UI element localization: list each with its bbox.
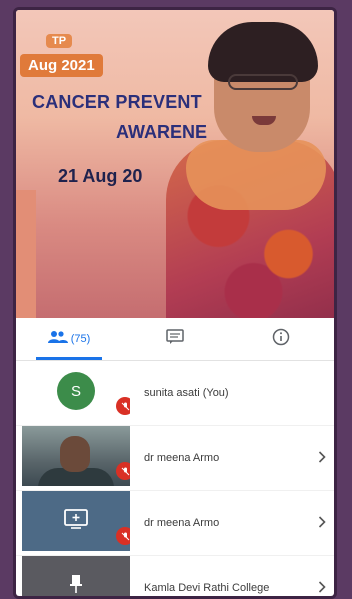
participant-list: S sunita asati (You) dr meena Armo dr me… <box>16 361 334 596</box>
tab-chat[interactable] <box>122 318 228 360</box>
tab-info[interactable] <box>228 318 334 360</box>
participant-row[interactable]: dr meena Armo <box>16 491 334 556</box>
left-decor <box>16 190 36 318</box>
mic-off-icon <box>116 397 130 415</box>
people-icon <box>47 330 68 349</box>
participant-row[interactable]: S sunita asati (You) <box>16 361 334 426</box>
banner-date-chip-small: TP <box>46 34 73 48</box>
participant-name: dr meena Armo <box>144 517 220 529</box>
panel-tabbar: (75) <box>16 318 334 361</box>
phone-screen: TP Aug 2021 CANCER PREVENT AWARENE 21 Au… <box>16 10 334 596</box>
participant-tile <box>22 491 130 551</box>
participant-name: Kamla Devi Rathi College <box>144 582 270 594</box>
pin-icon <box>69 574 83 597</box>
chevron-right-icon[interactable] <box>318 515 326 531</box>
speaker-glasses <box>228 74 298 90</box>
tab-people[interactable]: (75) <box>16 318 122 360</box>
chevron-right-icon[interactable] <box>318 450 326 466</box>
mic-off-icon <box>116 527 130 545</box>
participant-count: (75) <box>70 333 91 345</box>
screen-share-icon <box>63 508 89 535</box>
speaker-hair <box>208 22 318 82</box>
mic-off-icon <box>116 462 130 480</box>
participant-tile <box>22 426 130 486</box>
participant-tile: S <box>22 361 130 421</box>
speaker-figure <box>166 20 334 318</box>
participant-row[interactable]: Kamla Devi Rathi College <box>16 556 334 596</box>
banner-date: 21 Aug 20 <box>58 166 143 186</box>
participant-name: dr meena Armo <box>144 452 220 464</box>
participant-row[interactable]: dr meena Armo <box>16 426 334 491</box>
avatar: S <box>57 372 95 410</box>
chevron-right-icon[interactable] <box>318 580 326 596</box>
participant-name: sunita asati (You) <box>144 387 229 399</box>
banner-date-chip: Aug 2021 <box>20 54 103 77</box>
chat-icon <box>166 328 184 350</box>
video-person-face <box>60 436 90 472</box>
info-icon <box>272 328 290 351</box>
participant-tile <box>22 556 130 596</box>
presenter-video[interactable]: TP Aug 2021 CANCER PREVENT AWARENE 21 Au… <box>16 10 334 318</box>
